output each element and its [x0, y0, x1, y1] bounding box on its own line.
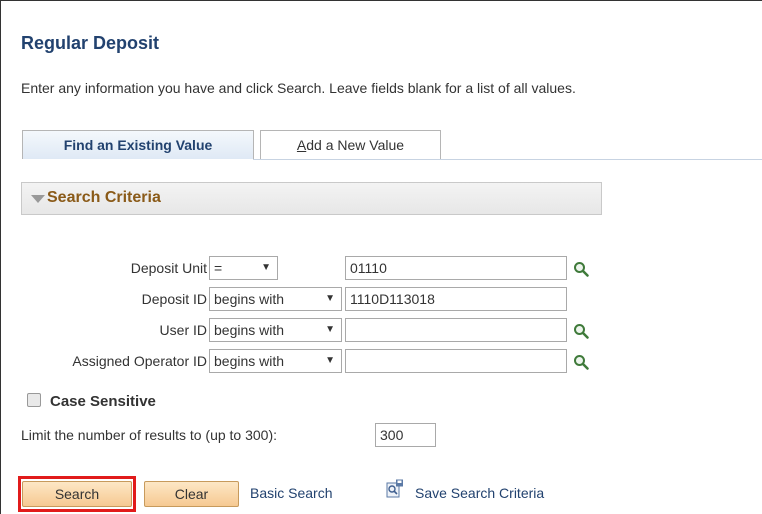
limit-results-input[interactable]: 300 — [375, 423, 436, 447]
search-criteria-title: Search Criteria — [47, 189, 161, 206]
assigned-operator-id-operator-value: begins with — [214, 353, 285, 369]
user-id-lookup-icon[interactable] — [573, 323, 589, 339]
user-id-operator-select[interactable]: begins with ▼ — [209, 318, 342, 342]
user-id-label: User ID — [159, 322, 207, 338]
dropdown-arrow-icon: ▼ — [325, 293, 335, 304]
assigned-operator-id-lookup-icon[interactable] — [573, 354, 589, 370]
tab-find-existing-value[interactable]: Find an Existing Value — [22, 130, 254, 159]
dropdown-arrow-icon: ▼ — [325, 355, 335, 366]
deposit-unit-lookup-icon[interactable] — [573, 261, 589, 277]
clear-button[interactable]: Clear — [144, 481, 239, 507]
dropdown-arrow-icon: ▼ — [261, 262, 271, 273]
save-search-icon[interactable] — [386, 479, 404, 499]
search-button-highlight — [18, 476, 136, 512]
instructions-text: Enter any information you have and click… — [21, 80, 576, 96]
user-id-input[interactable] — [345, 318, 567, 342]
deposit-id-label: Deposit ID — [141, 291, 207, 307]
case-sensitive-label: Case Sensitive — [50, 393, 156, 410]
assigned-operator-id-operator-select[interactable]: begins with ▼ — [209, 349, 342, 373]
deposit-unit-input[interactable]: 01110 — [345, 256, 567, 280]
deposit-unit-operator-value: = — [214, 260, 223, 276]
tab-add-new-value[interactable]: Add a New Value — [260, 130, 441, 159]
tab-add-new-value-access-key: A — [296, 137, 307, 153]
collapse-triangle-icon[interactable] — [31, 195, 45, 203]
search-criteria-header[interactable]: Search Criteria — [21, 182, 602, 215]
deposit-id-input[interactable]: 1110D113018 — [345, 287, 567, 311]
deposit-unit-operator-select[interactable]: = ▼ — [209, 256, 278, 280]
deposit-id-operator-value: begins with — [214, 291, 285, 307]
tab-divider — [253, 159, 762, 160]
tab-add-new-value-label: dd a New Value — [306, 137, 405, 153]
user-id-operator-value: begins with — [214, 322, 285, 338]
save-search-criteria-link[interactable]: Save Search Criteria — [415, 485, 544, 501]
deposit-unit-label: Deposit Unit — [130, 260, 207, 276]
assigned-operator-id-input[interactable] — [345, 349, 567, 373]
dropdown-arrow-icon: ▼ — [325, 324, 335, 335]
deposit-id-operator-select[interactable]: begins with ▼ — [209, 287, 342, 311]
page-title: Regular Deposit — [21, 33, 160, 53]
limit-results-label: Limit the number of results to (up to 30… — [21, 427, 278, 443]
case-sensitive-checkbox[interactable] — [27, 393, 41, 407]
assigned-operator-id-label: Assigned Operator ID — [72, 353, 207, 369]
basic-search-link[interactable]: Basic Search — [250, 485, 332, 501]
